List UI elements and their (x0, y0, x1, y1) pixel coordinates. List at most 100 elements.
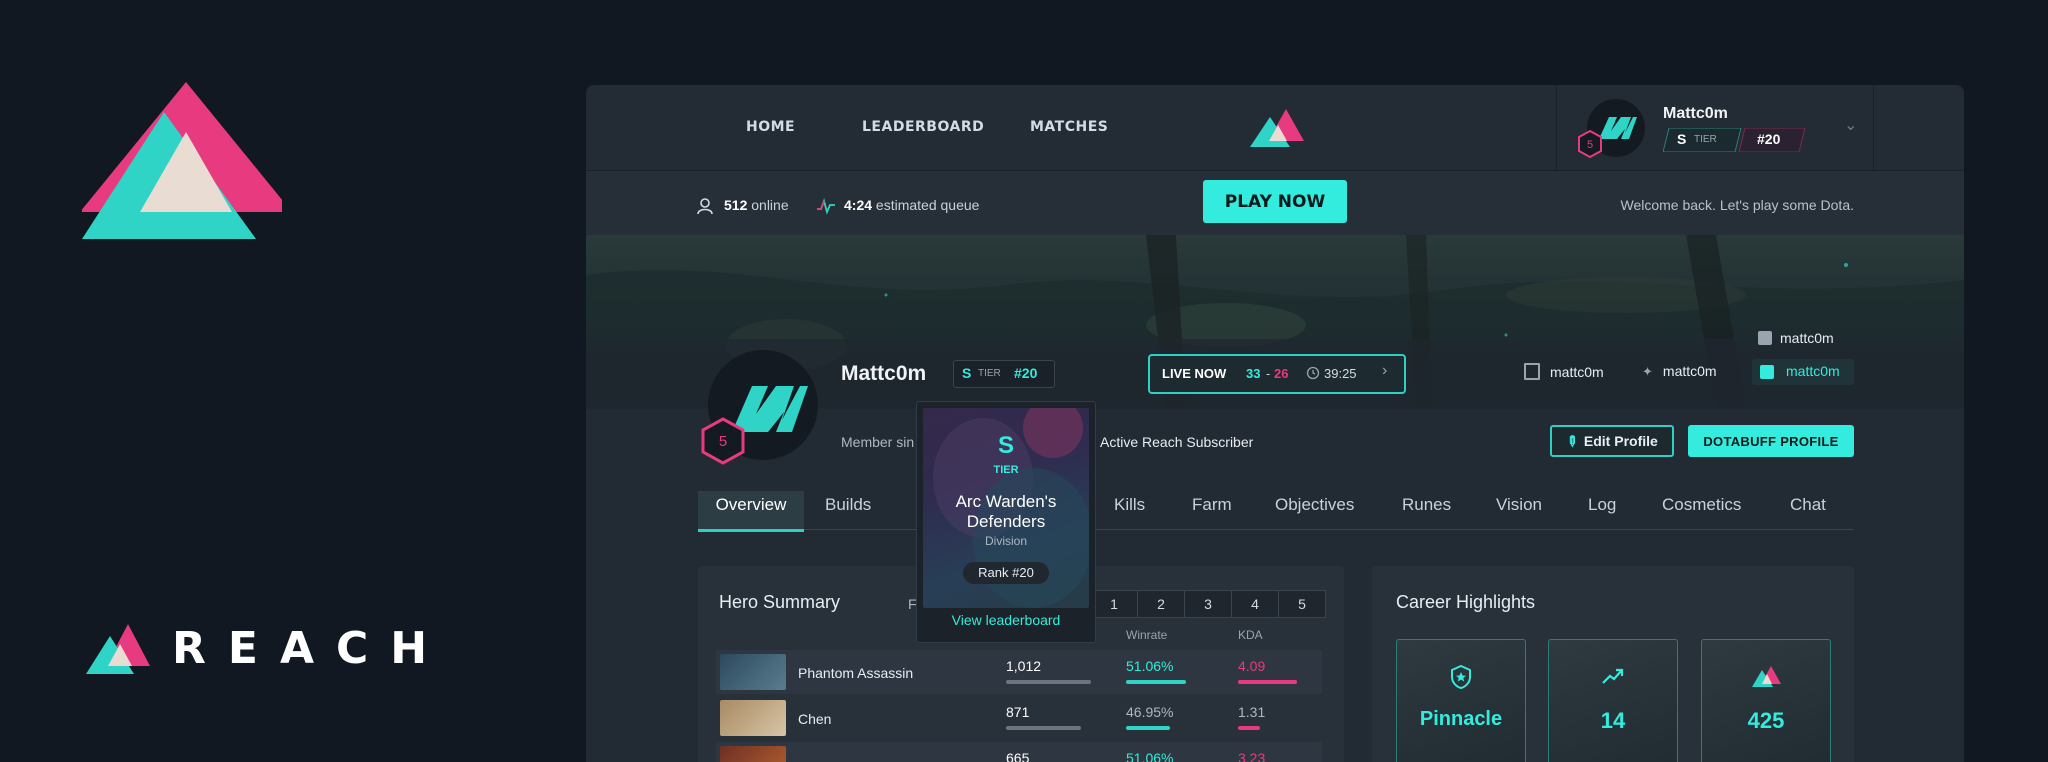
hero-name: Chen (798, 711, 832, 727)
highlight-card-rank[interactable]: Pinnacle (1396, 639, 1526, 762)
tab-overview[interactable]: Overview (698, 491, 804, 532)
kda-bar (1238, 680, 1297, 684)
edit-profile-button[interactable]: ✎ Edit Profile (1550, 425, 1674, 457)
dotabuff-profile-button[interactable]: DOTABUFF PROFILE (1688, 425, 1854, 457)
brand-wordmark: REACH (172, 622, 450, 674)
page-2[interactable]: 2 (1137, 590, 1185, 618)
hero-matches: 871 (1006, 704, 1030, 720)
reach-logo-small (86, 624, 150, 674)
hero-matches: 1,012 (1006, 658, 1042, 674)
tab-objectives[interactable]: Objectives (1275, 491, 1354, 529)
twitch-link[interactable]: mattc0m (1524, 363, 1604, 380)
tier-label: TIER (1694, 134, 1717, 145)
nav-logo-icon[interactable] (1250, 105, 1306, 149)
profile-name: Mattc0m (841, 362, 927, 385)
page-5[interactable]: 5 (1278, 590, 1326, 618)
page-1[interactable]: 1 (1090, 590, 1138, 618)
page-frame: REACH HOME LEADERBOARD MATCHES 5 Mattc0m… (0, 0, 2048, 762)
hero-kda: 1.31 (1238, 704, 1266, 720)
tier-popover: S TIER Arc Warden's Defenders Division R… (916, 401, 1096, 643)
hero-thumbnail (720, 700, 786, 736)
queue-stat: 4:24 estimated queue (844, 197, 980, 213)
status-bar: 512 online 4:24 estimated queue PLAY NOW… (586, 171, 1964, 236)
division-name-line2: Defenders (966, 512, 1046, 531)
tier-label: TIER (978, 368, 1001, 379)
user-online-icon (697, 198, 713, 215)
nav-matches[interactable]: MATCHES (1030, 119, 1108, 135)
highlight-value: 14 (1600, 708, 1626, 733)
svg-text:5: 5 (1587, 139, 1593, 151)
table-row[interactable]: 665 51.06% 3.23 (716, 742, 1322, 762)
tab-chat[interactable]: Chat (1790, 491, 1826, 529)
highlight-card-streak[interactable]: 14 (1548, 639, 1678, 762)
live-score-b: 26 (1274, 366, 1289, 381)
view-leaderboard-link[interactable]: View leaderboard (917, 612, 1095, 628)
user-tier-pill: S TIER #20 (1663, 128, 1813, 152)
tab-log[interactable]: Log (1588, 491, 1616, 529)
tier-letter: S (1677, 131, 1687, 147)
hero-summary-title: Hero Summary (719, 592, 841, 612)
tab-cosmetics[interactable]: Cosmetics (1662, 491, 1741, 529)
live-now-widget[interactable]: LIVE NOW 33 - 26 39:25 › (1148, 354, 1406, 394)
table-row[interactable]: Chen 871 46.95% 1.31 (716, 696, 1322, 740)
online-stat: 512 online (724, 197, 789, 213)
reach-icon (1760, 365, 1774, 379)
tab-kills[interactable]: Kills (1114, 491, 1145, 529)
tab-builds[interactable]: Builds (825, 491, 871, 529)
profile-tier-chip[interactable]: S TIER #20 (953, 360, 1055, 388)
hero-name: Phantom Assassin (798, 665, 914, 681)
col-kda: KDA (1238, 628, 1263, 642)
rank-pill: Rank #20 (963, 562, 1049, 584)
career-highlights-title: Career Highlights (1396, 592, 1536, 612)
highlight-value: 425 (1747, 708, 1785, 733)
winrate-bar (1126, 726, 1170, 730)
top-nav: HOME LEADERBOARD MATCHES 5 Mattc0m S TIE… (586, 85, 1964, 171)
hero-winrate: 51.06% (1126, 750, 1174, 762)
hero-thumbnail (720, 746, 786, 762)
clock-icon (1306, 366, 1320, 380)
tab-farm[interactable]: Farm (1192, 491, 1232, 529)
level-hex-icon: 5 (701, 417, 745, 465)
welcome-message: Welcome back. Let's play some Dota. (1620, 197, 1854, 213)
division-art: S TIER Arc Warden's Defenders Division R… (923, 402, 1093, 608)
live-score-a: 33 (1246, 366, 1261, 381)
highlight-value: Pinnacle (1419, 708, 1503, 730)
division-label: Division (984, 534, 1027, 548)
page-3[interactable]: 3 (1184, 590, 1232, 618)
live-time: 39:25 (1324, 366, 1357, 381)
steam-icon (1758, 331, 1772, 345)
level-hex-icon: 5 (1578, 129, 1602, 159)
tier-rank: #20 (1014, 365, 1038, 381)
col-winrate: Winrate (1126, 628, 1168, 642)
svg-text:5: 5 (719, 433, 727, 450)
nav-home[interactable]: HOME (746, 119, 795, 135)
profile-tabs: Overview Builds Kills Farm Objectives Ru… (698, 491, 1854, 532)
page-4[interactable]: 4 (1231, 590, 1279, 618)
tier-rank: #20 (1757, 131, 1781, 147)
hero-winrate: 51.06% (1126, 658, 1174, 674)
user-name: Mattc0m (1663, 105, 1728, 122)
highlight-card-reach[interactable]: 425 (1701, 639, 1831, 762)
chevron-right-icon: › (1382, 362, 1388, 379)
matches-bar (1006, 726, 1081, 730)
tab-vision[interactable]: Vision (1496, 491, 1542, 529)
twitter-icon: ✦ (1642, 364, 1653, 379)
user-menu[interactable]: 5 Mattc0m S TIER #20 (1556, 85, 1874, 170)
table-row[interactable]: Phantom Assassin 1,012 51.06% 4.09 (716, 650, 1322, 694)
steam-link[interactable]: mattc0m (1758, 330, 1834, 346)
winrate-bar (1126, 680, 1186, 684)
chevron-down-icon[interactable]: ⌄ (1844, 115, 1857, 135)
twitter-link[interactable]: ✦ mattc0m (1642, 363, 1717, 380)
subscriber-status: Active Reach Subscriber (1100, 434, 1254, 450)
hero-kda: 3.23 (1238, 750, 1266, 762)
pencil-icon: ✎ (1562, 430, 1583, 451)
reach-profile-link[interactable]: mattc0m (1752, 359, 1854, 385)
play-now-button[interactable]: PLAY NOW (1203, 180, 1347, 223)
reach-logo-icon (1752, 666, 1781, 687)
trend-up-icon (1602, 668, 1624, 684)
nav-leaderboard[interactable]: LEADERBOARD (862, 119, 984, 135)
kda-bar (1238, 726, 1260, 730)
popover-tier-label: TIER (993, 464, 1019, 476)
hero-kda: 4.09 (1238, 658, 1266, 674)
tab-runes[interactable]: Runes (1402, 491, 1451, 529)
